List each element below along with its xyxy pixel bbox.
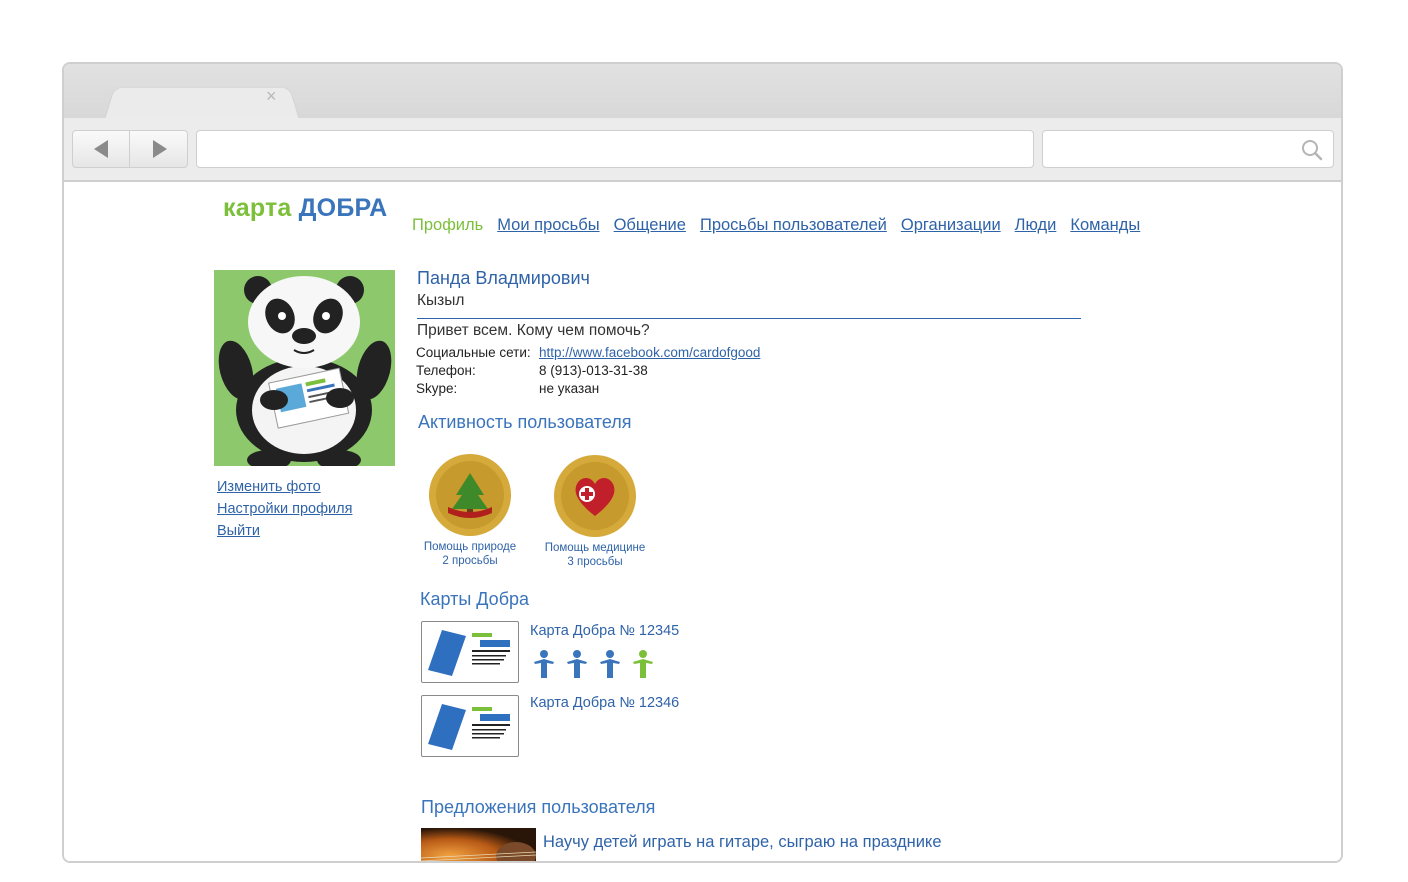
- logo-word-2: ДОБРА: [298, 194, 388, 222]
- browser-search-field[interactable]: [1042, 130, 1334, 168]
- web-page: карта ДОБРА Профиль Мои просьбы Общение …: [64, 182, 1341, 861]
- nav-item-people[interactable]: Люди: [1015, 216, 1057, 235]
- social-label: Социальные сети:: [416, 345, 531, 360]
- badge-title: Помощь природе: [423, 541, 517, 553]
- profile-divider: [417, 318, 1081, 319]
- contact-info: Социальные сети: http://www.facebook.com…: [416, 344, 760, 398]
- profile-side-links: Изменить фото Настройки профиля Выйти: [217, 476, 352, 542]
- profile-settings-link[interactable]: Настройки профиля: [217, 498, 352, 520]
- card-thumbnail[interactable]: [421, 621, 519, 683]
- tab-strip: ×: [64, 64, 1341, 120]
- skype-label: Skype:: [416, 381, 458, 396]
- address-bar[interactable]: [196, 130, 1034, 168]
- logout-link[interactable]: Выйти: [217, 520, 352, 542]
- person-icon: [534, 650, 554, 678]
- badge-nature[interactable]: Помощь природе 2 просьбы: [410, 454, 530, 568]
- badge-medal: [429, 454, 511, 536]
- back-arrow-icon: [94, 140, 108, 158]
- offer-image[interactable]: [421, 828, 536, 861]
- panda-avatar-image: [218, 276, 392, 466]
- logo-word-1: карта: [223, 194, 292, 222]
- profile-name: Панда Владмирович: [417, 268, 590, 288]
- history-buttons: [72, 130, 188, 168]
- social-row: Социальные сети: http://www.facebook.com…: [416, 344, 760, 362]
- nav-item-organizations[interactable]: Организации: [901, 216, 1001, 235]
- card-title[interactable]: Карта Добра № 12345: [530, 623, 679, 639]
- card-icon: [428, 704, 510, 750]
- badge-title: Помощь медицине: [544, 542, 646, 554]
- social-link[interactable]: http://www.facebook.com/cardofgood: [539, 344, 760, 362]
- skype-row: Skype: не указан: [416, 380, 760, 398]
- badge-medicine[interactable]: Помощь медицине 3 просьбы: [535, 455, 655, 569]
- card-title[interactable]: Карта Добра № 12346: [530, 695, 679, 711]
- heart-icon: [575, 478, 615, 516]
- tree-icon: [448, 473, 492, 518]
- nav-item-teams[interactable]: Команды: [1070, 216, 1140, 235]
- nav-item-communication[interactable]: Общение: [614, 216, 686, 235]
- offer-link[interactable]: Научу детей играть на гитаре, сыграю на …: [543, 833, 942, 852]
- guitar-photo: [421, 828, 536, 861]
- site-logo[interactable]: карта ДОБРА: [223, 194, 387, 223]
- browser-toolbar: [64, 118, 1341, 182]
- badge-count: 3 просьбы: [567, 556, 623, 568]
- badge-count: 2 просьбы: [442, 555, 498, 567]
- profile-status: Привет всем. Кому чем помочь?: [417, 322, 650, 339]
- offers-heading: Предложения пользователя: [421, 797, 656, 817]
- avatar: [214, 270, 395, 466]
- close-tab-icon[interactable]: ×: [266, 86, 280, 106]
- change-photo-link[interactable]: Изменить фото: [217, 476, 352, 498]
- search-icon[interactable]: [1301, 139, 1323, 161]
- skype-value: не указан: [539, 381, 600, 396]
- nav-item-my-requests[interactable]: Мои просьбы: [497, 216, 599, 235]
- person-icon: [567, 650, 587, 678]
- cards-heading: Карты Добра: [420, 589, 530, 609]
- main-nav: Профиль Мои просьбы Общение Просьбы поль…: [412, 216, 1140, 235]
- card-thumbnail[interactable]: [421, 695, 519, 757]
- card-icon: [428, 630, 510, 676]
- forward-button[interactable]: [131, 131, 188, 167]
- badge-medal: [554, 455, 636, 537]
- back-button[interactable]: [73, 131, 130, 167]
- phone-row: Телефон: 8 (913)-013-31-38: [416, 362, 760, 380]
- nav-item-user-requests[interactable]: Просьбы пользователей: [700, 216, 887, 235]
- nav-item-profile[interactable]: Профиль: [412, 216, 483, 235]
- phone-value: 8 (913)-013-31-38: [539, 363, 648, 378]
- card-people: [532, 650, 655, 678]
- person-icon: [600, 650, 620, 678]
- phone-label: Телефон:: [416, 363, 476, 378]
- forward-arrow-icon: [152, 140, 167, 158]
- browser-window: × карта ДОБРА Профиль Мои просьбы Общени…: [62, 62, 1343, 863]
- activity-heading: Активность пользователя: [418, 412, 632, 432]
- person-icon: [633, 650, 653, 678]
- profile-city: Кызыл: [417, 292, 465, 309]
